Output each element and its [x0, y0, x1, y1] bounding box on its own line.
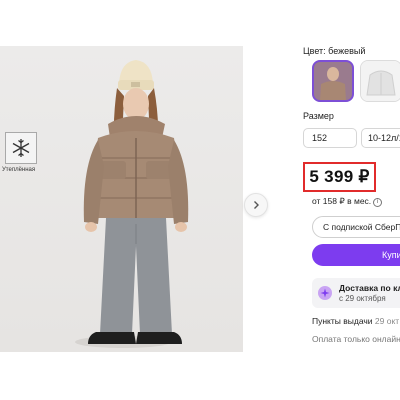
buy-button[interactable]: Купи — [312, 244, 400, 266]
price: 5 399 ₽ — [309, 167, 370, 186]
installment-label: от 158 ₽ в мес. — [312, 196, 372, 206]
product-photo-girl-in-puffer-jacket — [75, 60, 189, 348]
installment-text[interactable]: от 158 ₽ в мес. i — [312, 196, 383, 207]
delivery-date: с 29 октября — [339, 294, 386, 303]
pickup-points[interactable]: Пункты выдачи 29 окт — [312, 316, 399, 326]
insulated-badge-label: Утеплённая — [2, 167, 36, 173]
product-page: Утеплённая Цвет: бежевый Размер 152 10-1… — [0, 0, 400, 400]
size-age-option[interactable]: 10-12л/1 — [361, 128, 400, 148]
delivery-title: Доставка по кл — [339, 283, 400, 293]
info-icon[interactable]: i — [373, 198, 383, 207]
pickup-label: Пункты выдачи — [312, 316, 373, 326]
snowflake-icon — [12, 139, 30, 157]
product-image[interactable]: Утеплённая — [0, 46, 243, 352]
color-swatch-beige[interactable] — [312, 60, 354, 102]
size-label: Размер — [303, 111, 334, 121]
color-swatch-white[interactable] — [360, 60, 400, 102]
color-swatch-image — [314, 62, 352, 100]
subscription-button[interactable]: С подпиской СберПрп — [312, 216, 400, 238]
online-payment-note: Оплата только онлайн — [312, 334, 400, 344]
size-select[interactable]: 152 — [303, 128, 357, 148]
insulated-badge — [5, 132, 37, 164]
delivery-icon — [318, 286, 332, 300]
price-highlight: 5 399 ₽ — [303, 162, 376, 192]
chevron-right-icon — [254, 201, 259, 209]
color-swatch-image — [361, 61, 400, 101]
delivery-card[interactable]: Доставка по кл с 29 октября — [312, 278, 400, 308]
color-label: Цвет: бежевый — [303, 46, 366, 56]
next-image-button[interactable] — [244, 193, 268, 217]
pickup-date: 29 окт — [374, 316, 400, 326]
sparkle-icon — [320, 288, 330, 298]
